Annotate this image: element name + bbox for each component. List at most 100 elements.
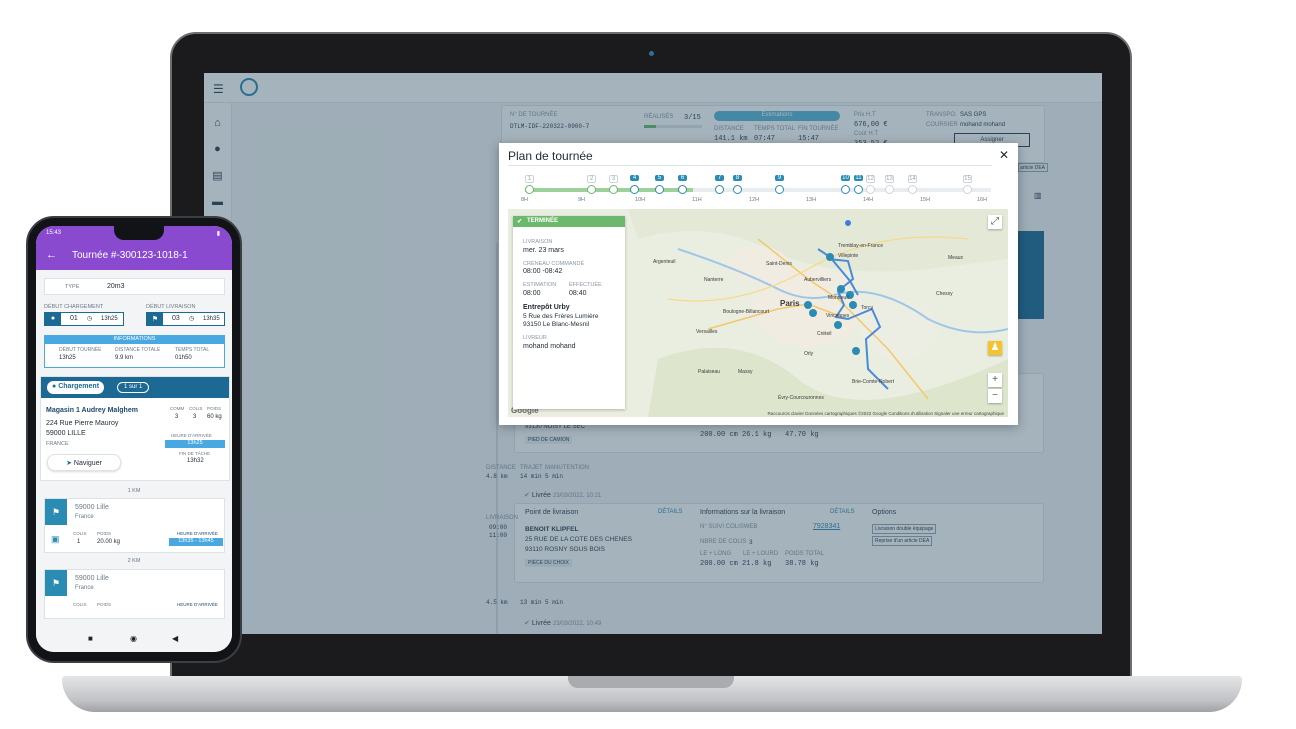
heure-arrivee-label: HEURE D'ARRIVÉE [171,433,212,438]
box-icon: ▣ [51,534,60,544]
creneau-value: 08:00 -08:42 [523,268,563,275]
recents-icon[interactable]: ■ [88,634,93,643]
chargement-card: ● Chargement 1 sur 1 Magasin 1 Audrey Ma… [40,376,230,481]
temps-total-value: 01h50 [175,355,192,361]
navigate-button[interactable]: ➤ Naviguer [47,454,121,471]
livreur-label: LIVREUR [523,335,547,341]
phone-notch [114,226,164,240]
map-place-label: Montreuil [828,295,849,301]
timeline-hour-tick: 14H [863,197,874,203]
battery-icon: ▮ [216,231,220,237]
colis-value: 3 [193,414,197,420]
poids-label: POIDS [207,406,222,411]
comm-value: 3 [175,414,179,420]
timeline-stop-number: 15 [963,175,972,183]
debut-chargement-num: 01 [70,315,78,322]
home-circle-icon[interactable]: ◉ [130,634,137,643]
timeline-stop[interactable] [630,185,639,194]
tour-plan-modal: Plan de tournée ✕ 8H 9H 10H 11H 12H 13H 14H 15H… [499,143,1018,425]
estimation-value: 08:00 [523,290,541,297]
timeline-stop[interactable] [866,185,875,194]
stop1-colis-label: COLIS [73,531,87,536]
temps-total-label: TEMPS TOTAL [175,347,210,353]
timeline-stop[interactable] [841,185,850,194]
flag-icon: ⚑ [147,313,163,325]
informations-label: INFORMATIONS [45,336,224,344]
status-label: TERMINÉE [527,218,559,224]
timeline-stop[interactable] [908,185,917,194]
timeline-stop[interactable] [678,185,687,194]
timeline-stop[interactable] [733,185,742,194]
stop1-colis: 1 [77,539,81,545]
stop2-poids-label: POIDS [97,602,112,607]
close-icon[interactable]: ✕ [999,148,1009,162]
pin-icon: ● [45,313,61,325]
debut-livraison-label: DÉBUT LIVRAISON [146,304,196,310]
timeline-stop-number: 9 [775,175,784,181]
heure-arrivee-value: 13h25 [165,440,225,448]
timeline-stop[interactable] [587,185,596,194]
colis-label: COLIS [189,406,203,411]
check-circle-icon: ✔ [517,219,523,225]
timeline-stop-number: 6 [678,175,687,181]
timeline-stop-number: 8 [733,175,742,181]
timeline-stop-number: 13 [885,175,894,183]
timeline-hour-tick: 15H [920,197,931,203]
android-nav-bar: ■ ◉ ◀ [36,628,232,652]
back-arrow-icon[interactable]: ← [46,249,57,261]
status-badge: ✔ TERMINÉE [513,216,625,227]
creneau-label: CRÉNEAU COMMANDÉ [523,261,585,267]
place-city: 93150 Le Blanc-Mesnil [523,321,590,328]
tour-timeline: 8H 9H 10H 11H 12H 13H 14H 15H 16H 1 2 3 4 5 6 7 8 9 10 11 12… [521,175,991,204]
timeline-stop[interactable] [609,185,618,194]
chargement-header: ● Chargement 1 sur 1 [41,377,229,398]
timeline-hour-tick: 9H [578,197,586,203]
street-view-icon[interactable]: ♟ [988,341,1002,355]
distance-divider-1: 1 KM [127,488,141,494]
map-place-label: Villepinte [838,253,859,259]
chargement-count: 1 sur 1 [117,382,150,393]
map-place-label: Nanterre [704,277,724,283]
comm-label: COMM [170,406,185,411]
map-place-label: Évry-Courcouronnes [778,395,824,401]
map-place-label: Brie-Comte-Robert [852,379,894,385]
navigate-label: Naviguer [73,460,102,467]
stop-card-1[interactable]: ⚑ 59000 Lille France ▣ COLIS 1 POIDS 20.… [44,498,225,553]
distance-totale-label: DISTANCE TOTALE [115,347,161,353]
timeline-stop-number: 3 [609,175,618,183]
zoom-in-icon[interactable]: + [988,373,1002,387]
map-place-label: Meaux [948,255,964,261]
stop-card-2[interactable]: ⚑ 59000 Lille France COLIS POIDS HEURE D… [44,569,225,619]
stop1-arrivee: 13h35 - 13h45 [169,538,223,546]
informations-box: INFORMATIONS DÉBUT TOURNÉE 13h25 DISTANC… [44,335,225,368]
zoom-out-icon[interactable]: − [988,389,1002,403]
tour-title: Tournée #-300123-1018-1 [72,250,188,261]
timeline-stop[interactable] [963,185,972,194]
type-value: 20m3 [107,283,125,290]
back-triangle-icon[interactable]: ◀ [172,634,178,643]
stop1-poids: 20.00 kg [97,539,121,545]
timeline-stop[interactable] [525,185,534,194]
place-name: Entrepôt Urby [523,304,570,311]
timeline-stop[interactable] [775,185,784,194]
map-place-label: Tremblay-en-France [838,243,884,249]
shop-address: 224 Rue Pierre Mauroy [46,420,119,427]
phone-screen: 15:43 ▮ ← Tournée #-300123-1018-1 TYPE 2… [36,226,232,652]
timeline-hour-tick: 12H [749,197,760,203]
status-time: 15:43 [46,230,62,236]
place-address: 5 Rue des Frères Lumière [523,313,599,320]
debut-chargement-label: DÉBUT CHARGEMENT [44,304,104,310]
timeline-stop[interactable] [854,185,863,194]
debut-livraison-time: 13h35 [203,316,220,322]
map-place-label: Chessy [936,291,953,297]
map-place-label: Créteil [817,331,832,337]
timeline-stop[interactable] [885,185,894,194]
timeline-stop-number: 4 [630,175,639,181]
timeline-stop-number: 11 [854,175,863,181]
timeline-hour-tick: 11H [692,197,702,203]
fullscreen-icon[interactable]: ⤢ [988,215,1002,229]
stop2-country: France [75,585,94,591]
timeline-stop[interactable] [655,185,664,194]
timeline-stop-number: 2 [587,175,596,183]
timeline-stop[interactable] [715,185,724,194]
